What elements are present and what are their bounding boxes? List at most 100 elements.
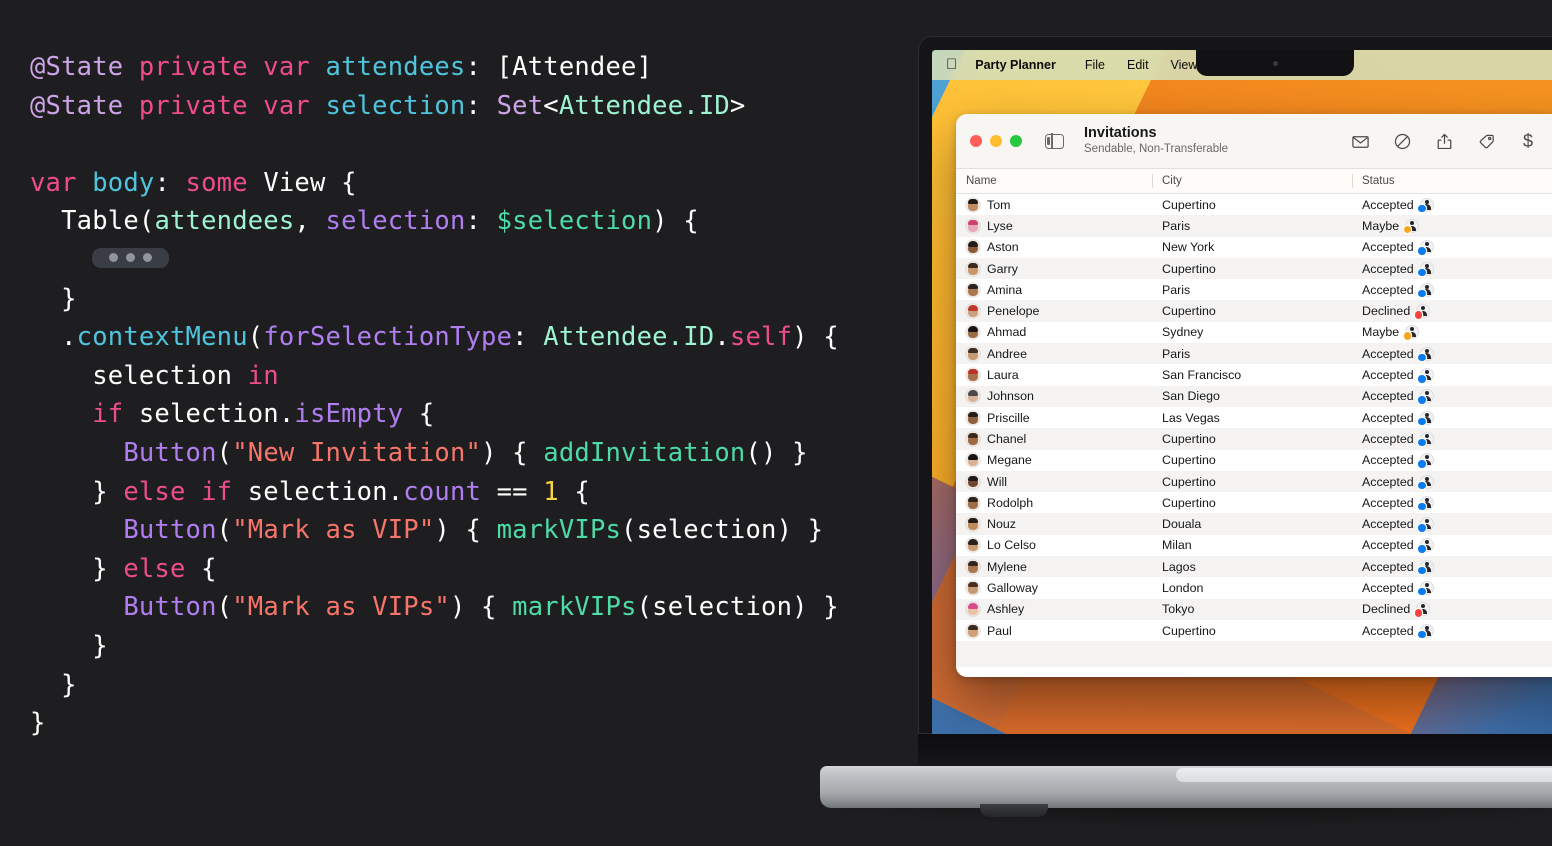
table-row[interactable]: Lyse Paris Maybe	[956, 215, 1552, 237]
cell-status: Accepted	[1352, 474, 1552, 489]
table-row[interactable]: Ashley Tokyo Declined	[956, 598, 1552, 620]
cell-name: Chanel	[956, 431, 1152, 446]
code-token: (selection) }	[621, 515, 824, 546]
code-token: attendees	[154, 206, 295, 237]
cell-name: Tom	[956, 197, 1152, 212]
zoom-button[interactable]	[1010, 135, 1022, 147]
table-row[interactable]: Penelope Cupertino Declined	[956, 300, 1552, 322]
status-dot	[1418, 289, 1426, 298]
cell-status: Accepted	[1352, 282, 1552, 298]
laptop-display:  Party Planner File Edit View Window He…	[932, 50, 1552, 734]
attendee-name: Ahmad	[987, 325, 1027, 340]
code-token: if	[92, 399, 124, 430]
code-token: }	[30, 630, 108, 661]
code-token: }	[30, 708, 46, 739]
mail-icon[interactable]	[1350, 131, 1370, 151]
cell-city: Cupertino	[1162, 261, 1216, 276]
block-icon[interactable]	[1392, 131, 1412, 151]
avatar	[966, 580, 980, 595]
status-label: Accepted	[1362, 517, 1414, 532]
table-row[interactable]: Mylene Lagos Accepted	[956, 556, 1552, 578]
table-row[interactable]: Laura San Francisco Accepted	[956, 364, 1552, 385]
table-row[interactable]: Andree Paris Accepted	[956, 343, 1552, 365]
table-row[interactable]: Megane Cupertino Accepted	[956, 450, 1552, 471]
camera-icon	[1272, 60, 1278, 66]
cell-city: New York	[1162, 240, 1215, 255]
table-row[interactable]: Ahmad Sydney Maybe	[956, 322, 1552, 343]
column-header-city[interactable]: City	[1152, 174, 1352, 188]
code-panel: @State private var attendees: [Attendee]…	[0, 0, 930, 846]
table-row[interactable]: Amina Paris Accepted	[956, 279, 1552, 300]
table-row[interactable]: Garry Cupertino Accepted	[956, 257, 1552, 280]
code-placeholder-pill[interactable]	[92, 247, 170, 268]
page-subtitle: Sendable, Non-Transferable	[1084, 143, 1229, 156]
avatar	[966, 240, 980, 255]
cell-status: Maybe	[1352, 325, 1552, 340]
code-line: }	[30, 666, 930, 705]
table-row[interactable]: Rodolph Cupertino Accepted	[956, 492, 1552, 513]
cell-status: Accepted	[1352, 453, 1552, 468]
money-icon[interactable]: $	[1518, 131, 1538, 151]
table-row[interactable]: Will Cupertino Accepted	[956, 470, 1552, 493]
code-token: {	[558, 476, 590, 507]
laptop-foot	[980, 804, 1048, 817]
code-token: View	[263, 167, 326, 198]
window-title-block: Invitations Sendable, Non-Transferable	[1084, 125, 1228, 157]
code-line: }	[30, 627, 930, 666]
table-row[interactable]: Lo Celso Milan Accepted	[956, 535, 1552, 556]
page-title: Invitations	[1084, 125, 1157, 142]
code-token: "Mark as VIP"	[232, 515, 435, 546]
status-dot	[1403, 225, 1412, 234]
code-token: (	[216, 437, 233, 468]
code-token: self	[729, 322, 793, 353]
menu-item-edit[interactable]: Edit	[1116, 58, 1160, 72]
cell-name: Will	[956, 474, 1152, 489]
cell-name: Priscille	[956, 410, 1152, 425]
column-header-status[interactable]: Status	[1352, 174, 1552, 188]
sidebar-toggle-icon[interactable]	[1045, 132, 1064, 150]
cell-status: Accepted	[1352, 623, 1552, 639]
avatar	[966, 474, 980, 489]
cell-name: Mylene	[956, 559, 1152, 574]
avatar	[966, 602, 980, 617]
cell-status: Accepted	[1352, 197, 1552, 213]
cell-name: Johnson	[956, 389, 1152, 404]
table-row[interactable]: Paul Cupertino Accepted	[956, 620, 1552, 641]
table-row[interactable]: Tom Cupertino Accepted	[956, 194, 1552, 215]
table-row[interactable]: Nouz Douala Accepted	[956, 513, 1552, 535]
avatar	[966, 623, 980, 638]
avatar	[966, 197, 980, 212]
table-row[interactable]: Aston New York Accepted	[956, 237, 1552, 258]
status-dot	[1418, 353, 1426, 362]
placeholder-dot	[143, 252, 153, 262]
cell-city: Douala	[1162, 517, 1202, 532]
menu-item-file[interactable]: File	[1074, 58, 1116, 72]
avatar	[966, 282, 980, 297]
code-line: var body: some View {	[30, 164, 930, 203]
minimize-button[interactable]	[990, 135, 1002, 147]
status-dot	[1418, 630, 1426, 639]
table-row[interactable]: Johnson San Diego Accepted	[956, 385, 1552, 407]
close-button[interactable]	[970, 135, 982, 147]
code-token: (	[216, 515, 233, 546]
table-row[interactable]: Galloway London Accepted	[956, 577, 1552, 598]
status-label: Accepted	[1362, 197, 1414, 212]
table-row[interactable]: Chanel Cupertino Accepted	[956, 428, 1552, 450]
status-dot	[1418, 268, 1426, 277]
table-row[interactable]: Priscille Las Vegas Accepted	[956, 407, 1552, 428]
code-token: 1	[543, 476, 559, 507]
cell-name: Andree	[956, 346, 1152, 361]
code-token: (	[247, 322, 264, 353]
traffic-lights	[970, 135, 1022, 147]
apple-icon[interactable]: 	[946, 57, 957, 72]
column-header-name[interactable]: Name	[956, 175, 1152, 187]
code-token: {	[403, 399, 435, 430]
code-token: ) {	[449, 592, 513, 623]
avatar	[966, 261, 980, 276]
share-icon[interactable]	[1434, 131, 1454, 151]
tag-icon[interactable]	[1476, 131, 1496, 151]
menubar-app-name[interactable]: Party Planner	[975, 58, 1074, 72]
cell-city: Paris	[1162, 282, 1191, 297]
code-token: attendees	[325, 52, 466, 82]
placeholder-dot	[109, 252, 119, 262]
